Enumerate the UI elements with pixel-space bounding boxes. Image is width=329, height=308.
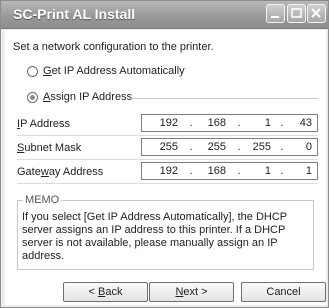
ip-octet-2[interactable]: 168 xyxy=(192,117,226,129)
memo-title: MEMO xyxy=(23,194,62,206)
next-button-label: Next > xyxy=(175,286,208,298)
close-icon xyxy=(311,8,321,18)
next-button[interactable]: Next > xyxy=(149,282,234,302)
gateway-address-row: Gateway Address 192 . 168 . 1 . 1 xyxy=(17,162,318,184)
back-button-label: < Back xyxy=(88,286,123,298)
cancel-button[interactable]: Cancel xyxy=(241,282,326,302)
gateway-octet-3[interactable]: 1 xyxy=(237,165,271,177)
ip-octet-1[interactable]: 192 xyxy=(144,117,178,129)
subnet-octet-4[interactable]: 0 xyxy=(278,141,312,153)
maximize-icon xyxy=(291,8,302,18)
dialog-body: Set a network configuration to the print… xyxy=(5,30,326,305)
gateway-address-input[interactable]: 192 . 168 . 1 . 1 xyxy=(141,162,318,180)
subnet-mask-row: Subnet Mask 255 . 255 . 255 . 0 xyxy=(17,138,318,160)
window-title: SC-Print AL Install xyxy=(13,6,136,22)
ip-address-label: IP Address xyxy=(17,118,71,130)
cancel-button-label: Cancel xyxy=(266,286,301,298)
radio-auto-ip[interactable] xyxy=(27,66,38,77)
gateway-address-label: Gateway Address xyxy=(17,166,104,178)
subnet-octet-2[interactable]: 255 xyxy=(192,141,226,153)
maximize-button[interactable] xyxy=(287,4,306,23)
installer-window: SC-Print AL Install Set a network config… xyxy=(0,0,329,308)
back-button[interactable]: < Back xyxy=(63,282,148,302)
minimize-icon xyxy=(271,16,279,18)
gateway-octet-4[interactable]: 1 xyxy=(278,165,312,177)
radio-assign-ip-dot xyxy=(30,95,35,100)
radio-assign-ip[interactable] xyxy=(27,92,38,103)
memo-box: MEMO If you select [Get IP Address Autom… xyxy=(17,194,314,270)
intro-text: Set a network configuration to the print… xyxy=(13,41,214,53)
group-separator xyxy=(129,98,318,99)
memo-text: If you select [Get IP Address Automatica… xyxy=(22,211,287,262)
gateway-octet-2[interactable]: 168 xyxy=(192,165,226,177)
subnet-octet-1[interactable]: 255 xyxy=(144,141,178,153)
subnet-mask-input[interactable]: 255 . 255 . 255 . 0 xyxy=(141,138,318,156)
radio-auto-ip-label[interactable]: Get IP Address Automatically xyxy=(43,65,185,77)
ip-octet-4[interactable]: 43 xyxy=(278,117,312,129)
ip-address-row: IP Address 192 . 168 . 1 . 43 xyxy=(17,114,318,136)
close-button[interactable] xyxy=(307,4,326,23)
minimize-button[interactable] xyxy=(266,4,285,23)
title-bar[interactable]: SC-Print AL Install xyxy=(1,1,328,29)
ip-address-input[interactable]: 192 . 168 . 1 . 43 xyxy=(141,114,318,132)
ip-octet-3[interactable]: 1 xyxy=(237,117,271,129)
subnet-mask-label: Subnet Mask xyxy=(17,142,82,154)
gateway-octet-1[interactable]: 192 xyxy=(144,165,178,177)
subnet-octet-3[interactable]: 255 xyxy=(237,141,271,153)
radio-assign-ip-label[interactable]: Assign IP Address xyxy=(43,91,132,103)
